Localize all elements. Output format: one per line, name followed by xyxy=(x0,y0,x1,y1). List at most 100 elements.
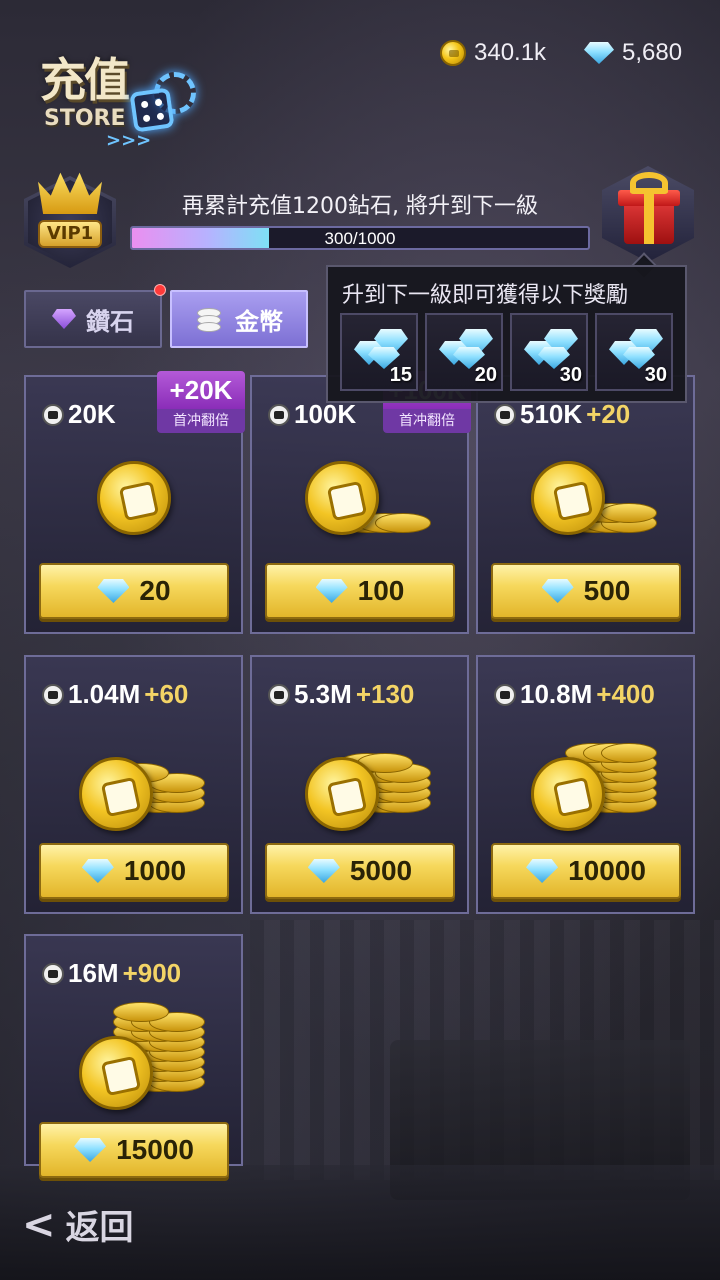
tab-coins[interactable]: 金幣 xyxy=(170,290,308,348)
vip-upgrade-message: 再累計充值1200鉆石, 將升到下一級 xyxy=(182,194,538,219)
product-amount: 10.8M +400 xyxy=(494,679,655,710)
buy-price: 10000 xyxy=(568,855,646,886)
product-amount: 16M +900 xyxy=(42,958,181,989)
product-bonus: +130 xyxy=(355,679,415,709)
coin-icon xyxy=(42,403,64,426)
diamond-icon xyxy=(52,309,76,329)
product-amount-value: 5.3M xyxy=(294,679,352,709)
tab-diamond[interactable]: 鑽石 xyxy=(24,290,162,348)
product-bonus: +400 xyxy=(596,679,655,709)
dice-icon xyxy=(129,87,175,133)
coin-balance: 340.1k xyxy=(440,38,546,68)
diamond-balance-value: 5,680 xyxy=(622,39,683,66)
coin-stack-icon xyxy=(295,443,431,553)
reward-item: 20 xyxy=(425,313,503,391)
product-bonus: +20 xyxy=(586,399,631,429)
product-amount: 20K xyxy=(42,399,120,430)
store-subtitle: STORE xyxy=(44,106,126,131)
vip-badge[interactable]: VIP1 xyxy=(24,168,116,268)
back-button[interactable]: < 返回 xyxy=(22,1200,134,1249)
badge-bonus: +20K xyxy=(157,371,245,409)
notification-dot xyxy=(154,284,166,296)
reward-tooltip: 升到下一級即可獲得以下獎勵 15 20 30 30 xyxy=(326,265,687,403)
product-card[interactable]: 1.04M +60 1000 xyxy=(24,655,243,914)
diamond-icon xyxy=(526,859,559,883)
coin-balance-value: 340.1k xyxy=(474,39,547,66)
vip-progress-bar: 300/1000 xyxy=(130,226,590,250)
reward-qty: 30 xyxy=(644,364,667,386)
product-card[interactable]: 510K +20 500 xyxy=(476,375,695,634)
store-logo: 充值 STORE >>> xyxy=(34,40,204,151)
coin-icon xyxy=(494,403,516,426)
diamond-pile-icon xyxy=(439,327,493,369)
diamond-icon xyxy=(315,579,348,603)
coin-stack-icon xyxy=(521,723,657,833)
product-amount-value: 1.04M xyxy=(68,679,141,709)
product-amount-value: 16M xyxy=(68,958,119,988)
product-card[interactable]: 100K+100K首冲翻倍100 xyxy=(250,371,471,634)
reward-item: 30 xyxy=(510,313,588,391)
product-card[interactable]: 10.8M +400 10000 xyxy=(476,655,695,914)
first-recharge-double-badge: +20K 首冲翻倍 xyxy=(157,371,245,435)
buy-button[interactable]: 10000 xyxy=(491,843,681,899)
product-amount: 5.3M +130 xyxy=(268,679,414,710)
diamond-icon xyxy=(81,859,114,883)
buy-price: 15000 xyxy=(116,1134,194,1165)
diamond-icon xyxy=(97,579,130,603)
coin-stack-icon xyxy=(69,723,205,833)
tooltip-title: 升到下一級即可獲得以下獎勵 xyxy=(342,283,629,308)
tab-coins-label: 金幣 xyxy=(235,307,283,336)
buy-price: 20 xyxy=(139,575,171,606)
diamond-icon xyxy=(584,42,614,64)
product-amount-value: 510K xyxy=(520,399,583,429)
coin-stack-icon xyxy=(521,443,657,553)
buy-price: 100 xyxy=(357,575,405,606)
diamond-pile-icon xyxy=(524,327,578,369)
diamond-pile-icon xyxy=(354,327,408,369)
vip-progress-text: 300/1000 xyxy=(324,229,396,248)
back-label: 返回 xyxy=(65,1208,134,1248)
badge-label: 首冲翻倍 xyxy=(383,409,471,433)
product-amount: 100K xyxy=(268,399,360,430)
coin-icon xyxy=(268,403,290,426)
reward-qty: 20 xyxy=(474,364,497,386)
diamond-icon xyxy=(74,1138,107,1162)
arrows-icon: >>> xyxy=(106,130,152,151)
vip-level: VIP1 xyxy=(38,220,102,248)
buy-button[interactable]: 15000 xyxy=(39,1122,229,1178)
product-amount-value: 20K xyxy=(68,399,116,429)
coin-icon xyxy=(42,683,64,706)
diamond-icon xyxy=(541,579,574,603)
coin-stack-icon xyxy=(295,723,431,833)
buy-price: 1000 xyxy=(123,855,187,886)
product-card[interactable]: 5.3M +130 5000 xyxy=(250,655,469,914)
coins-icon xyxy=(195,306,225,332)
buy-button[interactable]: 500 xyxy=(491,563,681,619)
diamond-icon xyxy=(307,859,340,883)
coin-icon xyxy=(440,40,466,66)
chevron-left-icon: < xyxy=(22,1201,56,1248)
product-bonus: +60 xyxy=(144,679,189,709)
product-card[interactable]: 20K +20K 首冲翻倍 20 xyxy=(24,371,245,634)
product-card[interactable]: 16M +900 15000 xyxy=(24,934,243,1178)
gift-button[interactable] xyxy=(600,162,696,262)
buy-button[interactable]: 1000 xyxy=(39,843,229,899)
buy-price: 500 xyxy=(583,575,631,606)
tab-diamond-label: 鑽石 xyxy=(86,307,134,336)
reward-item: 15 xyxy=(340,313,418,391)
coin-stack-icon xyxy=(69,443,199,553)
product-amount-value: 10.8M xyxy=(520,679,593,709)
product-amount: 510K +20 xyxy=(494,399,630,430)
diamond-pile-icon xyxy=(609,327,663,369)
product-amount-value: 100K xyxy=(294,399,357,429)
buy-button[interactable]: 100 xyxy=(265,563,455,619)
product-bonus: +900 xyxy=(122,958,182,988)
reward-qty: 15 xyxy=(389,364,412,386)
reward-qty: 30 xyxy=(559,364,582,386)
coin-icon xyxy=(268,683,290,706)
buy-price: 5000 xyxy=(349,855,413,886)
buy-button[interactable]: 20 xyxy=(39,563,229,619)
buy-button[interactable]: 5000 xyxy=(265,843,455,899)
product-amount: 1.04M +60 xyxy=(42,679,188,710)
store-title: 充值 xyxy=(40,53,130,107)
